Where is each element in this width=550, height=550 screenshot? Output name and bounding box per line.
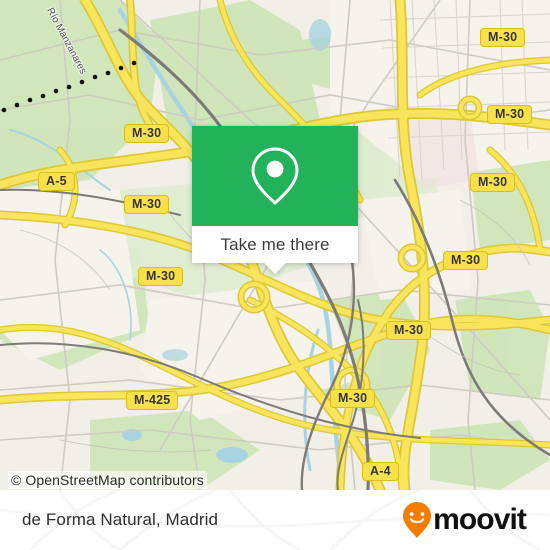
- road-shield-m30-2[interactable]: M-30: [487, 105, 533, 124]
- footer-bar: de Forma Natural, Madrid moovit: [0, 490, 550, 550]
- road-shield-a5[interactable]: A-5: [38, 172, 75, 191]
- location-callout-card[interactable]: Take me there: [192, 126, 358, 274]
- road-shield-m30-1[interactable]: M-30: [480, 28, 526, 47]
- road-shield-m30-6[interactable]: M-30: [443, 251, 489, 270]
- take-me-there-label: Take me there: [220, 234, 330, 254]
- road-shield-m30-4[interactable]: M-30: [470, 173, 516, 192]
- road-shield-m30-3[interactable]: M-30: [124, 124, 170, 143]
- moovit-wordmark: moovit: [433, 503, 527, 536]
- callout-action-area[interactable]: Take me there: [192, 226, 358, 274]
- road-shield-a4[interactable]: A-4: [362, 462, 399, 481]
- moovit-logo[interactable]: moovit: [402, 501, 527, 539]
- road-shield-m30-8[interactable]: M-30: [386, 321, 432, 340]
- road-shield-m30-9[interactable]: M-30: [330, 389, 376, 408]
- map-pin-icon: [251, 147, 299, 205]
- callout-pointer-tail: [264, 263, 286, 274]
- moovit-pin-smiley-icon: [403, 502, 432, 538]
- map-canvas[interactable]: Río Manzanares M-30 M-30 M-30 M-30 A-5 M…: [0, 0, 550, 490]
- road-shield-m30-5[interactable]: M-30: [124, 195, 170, 214]
- callout-icon-area: [192, 126, 358, 226]
- road-shield-m425[interactable]: M-425: [126, 391, 179, 410]
- place-title: de Forma Natural, Madrid: [22, 510, 219, 529]
- road-shield-m30-7[interactable]: M-30: [138, 267, 184, 286]
- osm-attribution[interactable]: © OpenStreetMap contributors: [8, 471, 207, 489]
